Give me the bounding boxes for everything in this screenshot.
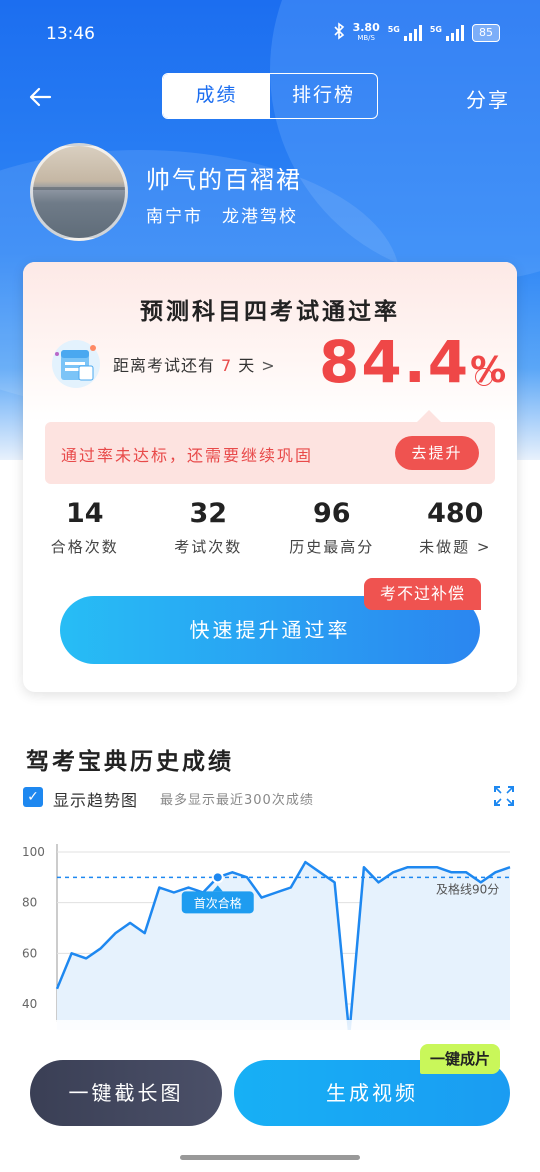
pass-rate-value: 84.4% [319,328,508,396]
improve-button[interactable]: 去提升 [395,436,479,470]
stat-label: 考试次数 [174,538,243,556]
tab-switcher: 成绩 排行榜 [162,73,378,119]
chevron-right-icon: > [470,538,492,556]
signal-label: 5G [429,25,442,34]
trend-note: 最多显示最近300次成绩 [160,793,314,808]
long-screenshot-button[interactable]: 一键截长图 [30,1060,222,1126]
status-icons: 3.80 MB/S 5G 5G 85 [333,22,500,44]
network-speed: 3.80 MB/S [353,22,380,43]
user-location: 南宁市 龙港驾校 [146,207,298,227]
chevron-right-circle-icon[interactable]: › [475,368,493,386]
bluetooth-icon [333,22,345,44]
video-badge: 一键成片 [420,1044,501,1074]
show-trend-checkbox[interactable]: ✓ [23,787,43,807]
share-button[interactable]: 分享 [466,84,510,113]
calendar-icon [49,336,103,390]
stat-label-text: 未做题 [419,538,471,556]
user-name: 帅气的百褶裙 [146,166,302,194]
countdown-suffix: 天 [238,356,256,375]
countdown-prefix: 距离考试还有 [113,356,216,375]
stat-exam-count[interactable]: 32 考试次数 [147,494,271,557]
stat-best-score[interactable]: 96 历史最高分 [270,494,394,557]
score-trend-chart: 100 80 60 40 及格线90分首次合格 [22,844,511,1030]
tab-score[interactable]: 成绩 [163,74,270,118]
home-indicator [180,1155,360,1160]
y-tick-label: 100 [22,845,45,859]
stat-undone[interactable]: 480 未做题 > [394,494,518,557]
chevron-right-icon: > [261,356,276,375]
stat-value: 32 [189,498,228,529]
pass-line-label: 及格线90分 [436,881,499,896]
pass-rate-number: 84.4 [319,328,471,396]
signal-icon: 5G [388,25,422,41]
network-speed-unit: MB/S [357,34,375,42]
y-tick-label: 80 [22,896,37,910]
warning-text: 通过率未达标，还需要继续巩固 [61,446,314,465]
first-pass-marker [211,871,224,884]
card-title: 预测科目四考试通过率 [140,299,400,325]
warning-banner: 通过率未达标，还需要继续巩固 去提升 [45,410,495,484]
stat-label: 合格次数 [50,538,119,556]
stat-value: 96 [312,498,351,529]
history-title: 驾考宝典历史成绩 [26,749,234,775]
stat-label: 未做题 > [394,536,518,557]
fullscreen-icon[interactable] [492,784,516,808]
stats-row: 14 合格次数 32 考试次数 96 历史最高分 480 未做题 > [23,494,517,557]
stat-pass-count[interactable]: 14 合格次数 [23,494,147,557]
countdown-days: 7 [221,356,233,375]
status-bar: 13:46 3.80 MB/S 5G 5G 85 [0,0,540,70]
first-pass-label: 首次合格 [194,895,242,910]
signal-icon: 5G [430,25,464,41]
signal-label: 5G [387,25,400,34]
pass-rate-card: 预测科目四考试通过率 距离考试还有 7 天 > 84.4% › 通过率未达标，还需要继… [23,262,517,692]
show-trend-label[interactable]: 显示趋势图 [53,787,138,811]
exam-countdown[interactable]: 距离考试还有 7 天 > [113,352,276,376]
y-tick-label: 60 [22,946,37,960]
back-arrow-icon[interactable] [26,82,56,112]
y-tick-label: 40 [22,997,37,1011]
stat-value: 480 [427,498,484,529]
stat-value: 14 [65,498,104,529]
avatar[interactable] [30,143,128,241]
stat-label: 历史最高分 [289,538,375,556]
battery-icon: 85 [472,24,500,42]
compensation-badge: 考不过补偿 [363,578,481,610]
tab-leaderboard[interactable]: 排行榜 [270,74,377,118]
status-time: 13:46 [46,24,95,44]
